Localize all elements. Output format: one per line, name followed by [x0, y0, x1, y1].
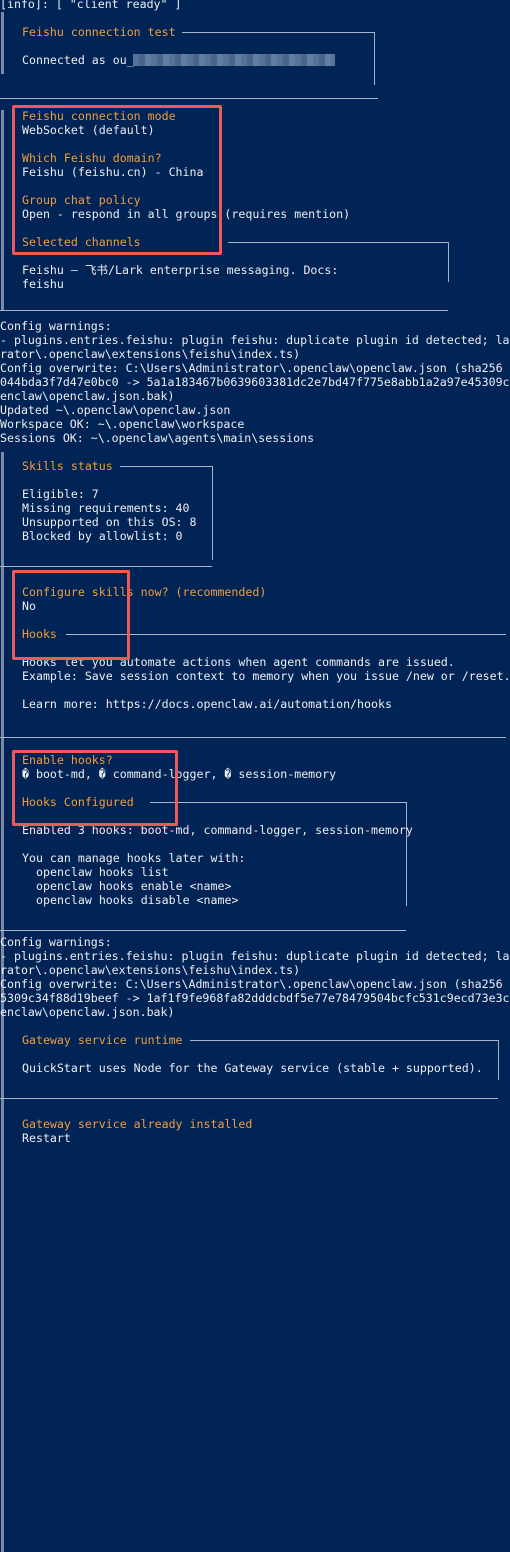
highlight-box: [12, 570, 130, 660]
warning-line: rator\.openclaw\extensions\feishu\index.…: [0, 347, 301, 361]
warning-line: enclaw\openclaw.json.bak): [0, 389, 175, 403]
warning-line: Config overwrite: C:\Users\Administrator…: [0, 977, 503, 991]
skills-eligible: Eligible: 7: [22, 487, 99, 501]
connected-as-line: Connected as ou_: [22, 53, 134, 67]
box-rule: [0, 930, 406, 931]
warning-line: Config warnings:: [0, 935, 112, 949]
gateway-runtime-title: Gateway service runtime: [22, 1033, 183, 1047]
box-right-border: [406, 802, 407, 906]
box-rule: [182, 32, 374, 33]
warning-line: Config overwrite: C:\Users\Administrator…: [0, 361, 503, 375]
box-rule: [120, 466, 212, 467]
box-right-border: [448, 242, 449, 282]
box-rule: [150, 802, 406, 803]
gutter: [1, 110, 4, 310]
highlight-box: [12, 105, 222, 255]
warning-line: rator\.openclaw\extensions\feishu\index.…: [0, 963, 301, 977]
redacted-id: [133, 54, 335, 66]
box-rule: [0, 737, 506, 738]
box-right-border: [374, 39, 375, 85]
warning-line: - plugins.entries.feishu: plugin feishu:…: [0, 333, 510, 347]
feishu-test-title: Feishu connection test: [22, 25, 176, 39]
sessions-line: Sessions OK: ~\.openclaw\agents\main\ses…: [0, 431, 315, 445]
box-rule: [66, 634, 506, 635]
box-right-border: [498, 1040, 499, 1080]
gateway-runtime-line: QuickStart uses Node for the Gateway ser…: [22, 1061, 483, 1075]
hooks-cmd-disable: openclaw hooks disable <name>: [36, 893, 239, 907]
skills-unsupported: Unsupported on this OS: 8: [22, 515, 197, 529]
skills-blocked: Blocked by allowlist: 0: [22, 529, 183, 543]
hooks-learn-more: Learn more: https://docs.openclaw.ai/aut…: [22, 697, 392, 711]
gateway-installed-title: Gateway service already installed: [22, 1117, 253, 1131]
box-rule: [0, 566, 212, 567]
warning-line: enclaw\openclaw.json.bak): [0, 1005, 175, 1019]
gateway-installed-value: Restart: [22, 1131, 71, 1145]
hooks-manage-line: You can manage hooks later with:: [22, 851, 246, 865]
hooks-cmd-enable: openclaw hooks enable <name>: [36, 879, 232, 893]
box-right-border: [212, 466, 213, 560]
terminal-window[interactable]: [info]: [ "client ready" ] Feishu connec…: [0, 0, 510, 1552]
box-rule: [0, 310, 448, 311]
workspace-line: Workspace OK: ~\.openclaw\workspace: [0, 417, 245, 431]
warning-line: 044bda3f7d47e0bc0 -> 5a1a183467b06396033…: [0, 375, 510, 389]
channel-line-1: Feishu — 飞书/Lark enterprise messaging. D…: [22, 263, 339, 277]
box-rule: [228, 242, 448, 243]
gutter: [1, 12, 4, 74]
channel-line-2: feishu: [22, 277, 64, 291]
hooks-cmd-list: openclaw hooks list: [36, 865, 169, 879]
hooks-line-2: Example: Save session context to memory …: [22, 669, 510, 683]
highlight-box: [12, 750, 178, 826]
warning-line: 5309c34f88d19beef -> 1af1f9fe968fa82dddc…: [0, 991, 510, 1005]
skills-status-title: Skills status: [22, 459, 113, 473]
box-rule: [0, 1098, 498, 1099]
box-corner: [374, 32, 375, 39]
warning-line: Config warnings:: [0, 319, 112, 333]
updated-line: Updated ~\.openclaw\openclaw.json: [0, 403, 231, 417]
box-rule: [0, 98, 378, 99]
skills-missing: Missing requirements: 40: [22, 501, 190, 515]
warning-line: - plugins.entries.feishu: plugin feishu:…: [0, 949, 510, 963]
box-rule: [190, 1040, 498, 1041]
client-ready-line: [info]: [ "client ready" ]: [0, 0, 182, 11]
